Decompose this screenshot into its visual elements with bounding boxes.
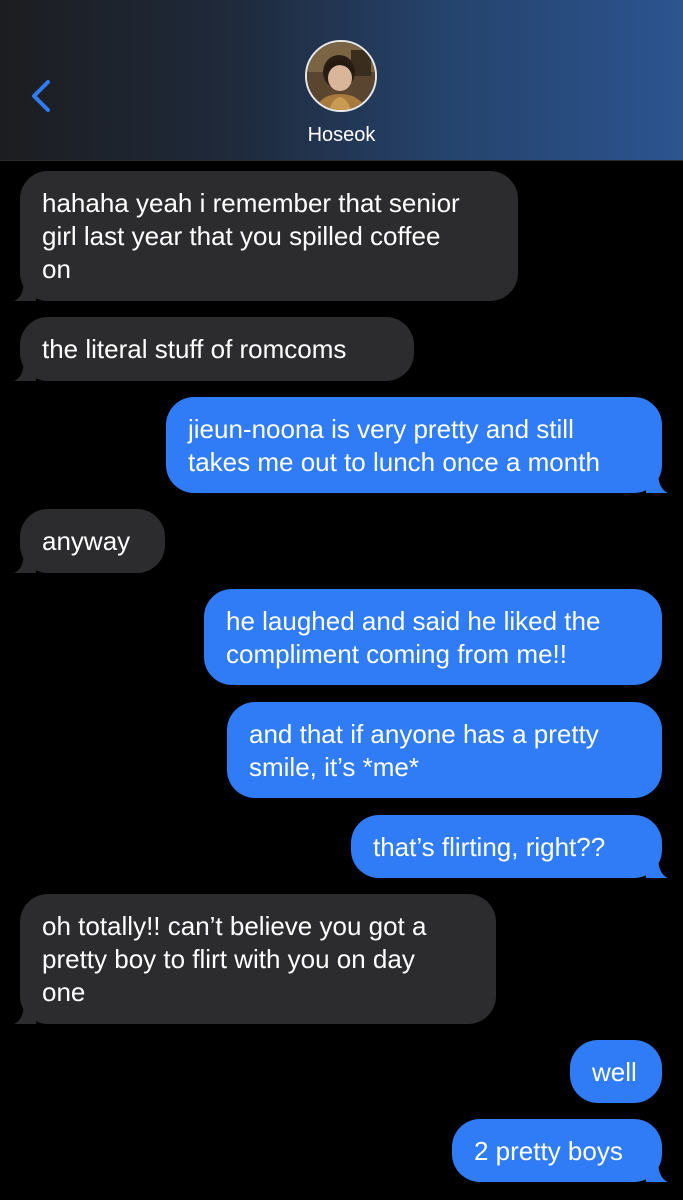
message-text: oh totally!! can’t believe you got a pre…: [42, 911, 427, 1007]
bubble-tail: [646, 1160, 668, 1182]
message-bubble-incoming[interactable]: anyway: [14, 509, 165, 573]
message-text: that’s flirting, right??: [373, 832, 606, 862]
bubble-tail: [14, 1002, 36, 1024]
message-bubble-outgoing[interactable]: well: [570, 1040, 662, 1103]
message-bubble-outgoing[interactable]: 2 pretty boys: [452, 1119, 668, 1182]
message-bubble-outgoing[interactable]: and that if anyone has a pretty smile, i…: [227, 702, 662, 798]
message-bubble-outgoing[interactable]: jieun-noona is very pretty and still tak…: [166, 397, 668, 493]
bubble-tail: [14, 359, 36, 381]
message-bubble-outgoing[interactable]: that’s flirting, right??: [351, 815, 668, 878]
message-bubble-incoming[interactable]: oh totally!! can’t believe you got a pre…: [14, 894, 496, 1024]
bubble-tail: [14, 551, 36, 573]
message-bubble-incoming[interactable]: hahaha yeah i remember that senior girl …: [14, 171, 518, 301]
contact-name[interactable]: Hoseok: [0, 124, 683, 147]
chevron-left-icon: [32, 80, 50, 112]
conversation-header: Hoseok: [0, 0, 683, 161]
back-button[interactable]: [22, 72, 62, 120]
message-bubble-outgoing[interactable]: he laughed and said he liked the complim…: [204, 589, 662, 685]
bubble-tail: [14, 279, 36, 301]
bubble-tail: [646, 471, 668, 493]
bubble-tail: [646, 856, 668, 878]
avatar-photo: [307, 42, 375, 110]
message-bubble-incoming[interactable]: the literal stuff of romcoms: [14, 317, 414, 381]
message-text: anyway: [42, 526, 131, 556]
message-text: 2 pretty boys: [474, 1136, 623, 1166]
message-text: hahaha yeah i remember that senior girl …: [42, 188, 460, 284]
message-text: jieun-noona is very pretty and still tak…: [188, 414, 600, 477]
message-text: he laughed and said he liked the complim…: [226, 606, 601, 669]
message-text: the literal stuff of romcoms: [42, 334, 347, 364]
message-text: well: [592, 1057, 637, 1087]
message-text: and that if anyone has a pretty smile, i…: [249, 719, 599, 782]
contact-avatar[interactable]: [305, 40, 377, 112]
